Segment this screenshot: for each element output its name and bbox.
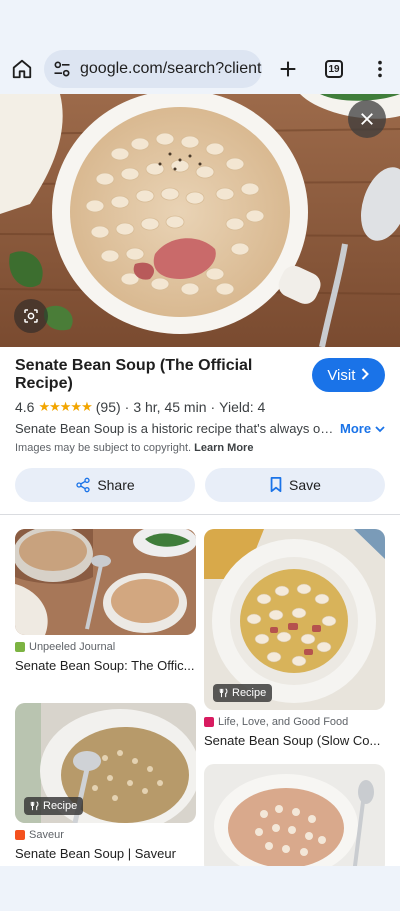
copyright-notice: Images may be subject to copyright. Lear… (15, 442, 385, 454)
more-button[interactable]: More (340, 421, 385, 436)
card-title: Senate Bean Soup (Slow Co... (204, 733, 381, 748)
description-text: Senate Bean Soup is a historic recipe th… (15, 421, 335, 436)
recipe-badge: Recipe (24, 797, 84, 815)
result-info: Senate Bean Soup (The Official Recipe) V… (0, 357, 400, 502)
related-images-grid: Unpeeled Journal Senate Bean Soup: The O… (0, 515, 400, 874)
description-row: Senate Bean Soup is a historic recipe th… (15, 421, 385, 436)
visit-label: Visit (327, 366, 356, 384)
share-icon (76, 477, 90, 493)
rating-row: 4.6 ★★★★★ (95) · 3 hr, 45 min · Yield: 4 (15, 399, 385, 415)
bookmark-icon (270, 477, 282, 493)
share-button[interactable]: Share (15, 468, 195, 502)
star-rating-icon: ★★★★★ (38, 399, 92, 414)
source-name: Life, Love, and Good Food (218, 716, 349, 728)
favicon-icon (204, 717, 214, 727)
home-icon[interactable] (8, 55, 36, 83)
save-button[interactable]: Save (205, 468, 385, 502)
related-image (204, 764, 385, 874)
related-card[interactable]: Unpeeled Journal Senate Bean Soup: The O… (15, 529, 196, 673)
card-title: Senate Bean Soup: The Offic... (15, 658, 195, 673)
utensils-icon (219, 688, 228, 698)
navigation-bar (0, 866, 400, 911)
related-image: Recipe (204, 529, 385, 710)
result-title: Senate Bean Soup (The Official Recipe) (15, 357, 253, 392)
favicon-icon (15, 642, 25, 652)
copyright-text: Images may be subject to copyright. (15, 442, 192, 454)
related-card[interactable] (204, 764, 385, 874)
related-image (15, 529, 196, 635)
tab-switcher-button[interactable]: 19 (320, 55, 348, 83)
recipe-badge: Recipe (213, 684, 273, 702)
visit-button[interactable]: Visit (311, 358, 385, 392)
badge-label: Recipe (43, 800, 78, 812)
utensils-icon (30, 801, 39, 811)
separator-dot: · (124, 399, 130, 415)
favicon-icon (15, 830, 25, 840)
address-bar[interactable]: google.com/search?client= (44, 50, 262, 88)
tab-count: 19 (325, 60, 343, 78)
learn-more-link[interactable]: Learn More (194, 442, 253, 454)
more-menu-icon[interactable] (366, 55, 394, 83)
lens-icon[interactable] (14, 299, 48, 333)
url-text: google.com/search?client= (80, 60, 262, 77)
source-name: Saveur (29, 829, 64, 841)
chevron-down-icon (375, 426, 385, 433)
new-tab-icon[interactable] (274, 55, 302, 83)
card-title: Senate Bean Soup | Saveur (15, 846, 176, 861)
separator-dot: · (210, 399, 216, 415)
browser-toolbar: google.com/search?client= 19 (0, 44, 400, 94)
source-name: Unpeeled Journal (29, 641, 116, 653)
more-label: More (340, 421, 372, 436)
status-bar (0, 0, 400, 44)
site-settings-icon[interactable] (52, 59, 72, 79)
save-label: Save (289, 477, 321, 493)
related-image: Recipe (15, 703, 196, 823)
review-count: (95) (95, 399, 121, 415)
hero-image (0, 94, 400, 347)
related-card[interactable]: Recipe Life, Love, and Good Food Senate … (204, 529, 385, 748)
yield: Yield: 4 (219, 399, 266, 415)
share-label: Share (97, 477, 135, 493)
related-card[interactable]: Recipe Saveur Senate Bean Soup | Saveur (15, 703, 196, 861)
chevron-right-icon (361, 367, 370, 384)
badge-label: Recipe (232, 687, 267, 699)
rating-value: 4.6 (15, 399, 35, 415)
close-icon[interactable] (348, 100, 386, 138)
cook-time: 3 hr, 45 min (133, 399, 207, 415)
